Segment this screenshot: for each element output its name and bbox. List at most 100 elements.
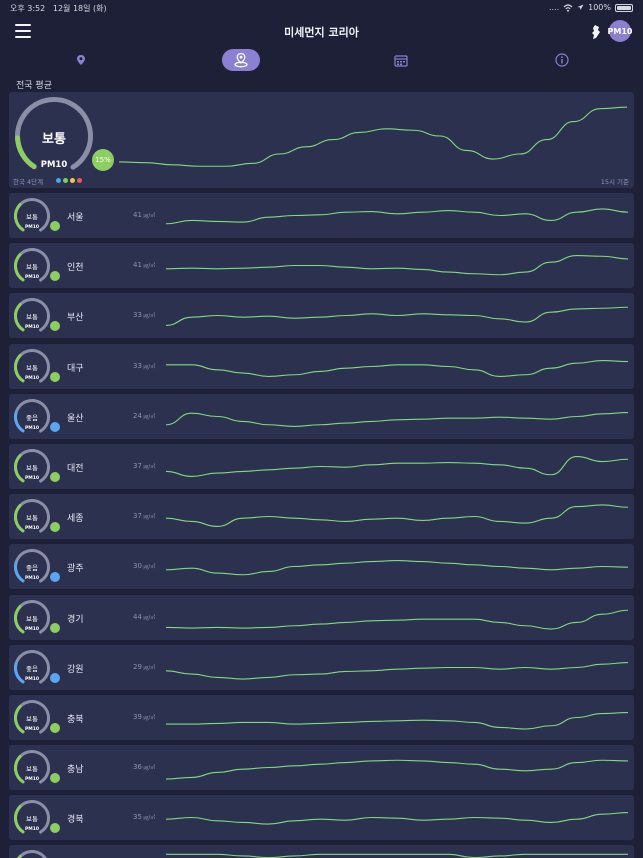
city-value: 29 ㎍/㎥ (133, 663, 155, 671)
city-level-badge (50, 321, 60, 332)
tab-region[interactable] (222, 49, 260, 71)
city-status: 보통 (26, 463, 38, 472)
city-value-unit: ㎍/㎥ (141, 815, 156, 822)
city-pollutant: PM10 (24, 475, 40, 481)
city-card[interactable]: 보통 충북 PM10 39 ㎍/㎥ (9, 694, 634, 740)
national-pollutant: PM10 (40, 160, 68, 170)
city-name: 대전 (67, 463, 84, 474)
city-pollutant: PM10 (24, 375, 40, 381)
city-value-number: 33 (133, 311, 142, 320)
scale-color-dot (63, 178, 68, 183)
city-level-badge (50, 471, 60, 482)
scale-label: 한국 4단계 (13, 178, 44, 186)
korea-map-icon[interactable] (588, 24, 602, 40)
city-status: 보통 (26, 213, 38, 221)
tab-info[interactable] (543, 49, 581, 71)
tab-calendar[interactable] (382, 49, 420, 71)
scale-color-dot (70, 178, 75, 183)
wifi-icon (563, 3, 573, 12)
national-average-card[interactable]: 보통 PM10 15% 한국 4단계 15시 기준 (9, 92, 634, 188)
trend-line (165, 560, 629, 576)
city-name: 충북 (67, 714, 84, 725)
national-status: 보통 (42, 132, 66, 147)
city-status: 보통 (26, 514, 38, 523)
tab-bar (0, 46, 643, 74)
status-bar: 오후 3:52 12월 18일 (화) .... 100% (0, 0, 643, 16)
city-value-number: 24 (133, 411, 142, 420)
city-trend-chart (165, 255, 629, 276)
city-status: 좋음 (26, 413, 38, 422)
city-value-number: 36 (133, 763, 142, 772)
city-value: 44 ㎍/㎥ (133, 613, 155, 621)
city-pollutant: PM10 (24, 425, 40, 431)
city-level-badge (50, 421, 60, 432)
city-card[interactable]: 보통 인천 PM10 41 ㎍/㎥ (9, 243, 634, 289)
city-level-badge (50, 371, 60, 382)
city-trend-chart (165, 455, 629, 477)
city-value-unit: ㎍/㎥ (141, 263, 156, 270)
city-value: 39 ㎍/㎥ (133, 713, 155, 721)
city-gauge (13, 850, 50, 858)
city-value: 33 ㎍/㎥ (133, 362, 155, 370)
city-name: 서울 (67, 213, 84, 223)
trend-line (165, 609, 629, 630)
city-status: 보통 (26, 313, 38, 322)
pm-type-button[interactable]: PM10 (608, 20, 632, 42)
city-card[interactable]: 보통 세종 PM10 37 ㎍/㎥ (9, 494, 634, 540)
city-trend-chart (165, 307, 629, 327)
city-value: 37 ㎍/㎥ (133, 462, 155, 470)
city-status: 보통 (26, 263, 38, 272)
city-card[interactable]: 보통 경북 PM10 35 ㎍/㎥ (9, 795, 634, 841)
status-left: 오후 3:52 12월 18일 (화) (10, 3, 107, 14)
city-name: 강원 (67, 664, 84, 675)
city-card[interactable]: 보통 충남 PM10 36 ㎍/㎥ (9, 745, 634, 791)
city-name: 경북 (67, 815, 84, 826)
app-title: 미세먼지 코리아 (284, 26, 359, 39)
city-value-unit: ㎍/㎥ (141, 413, 156, 420)
city-name: 세종 (67, 514, 84, 525)
calendar-icon (394, 54, 408, 67)
tab-location[interactable] (62, 49, 100, 71)
city-status: 좋음 (26, 564, 38, 573)
city-value-unit: ㎍/㎥ (141, 664, 156, 671)
city-pollutant: PM10 (24, 526, 40, 532)
city-card[interactable]: 보통 대구 PM10 33 ㎍/㎥ (9, 343, 634, 389)
city-value: 36 ㎍/㎥ (133, 763, 155, 771)
location-arrow-icon (577, 4, 584, 10)
city-value: 33 ㎍/㎥ (133, 311, 155, 319)
city-value-number: 37 (133, 461, 142, 470)
city-card[interactable]: 좋음 울산 PM10 24 ㎍/㎥ (9, 393, 634, 439)
city-trend-chart (165, 711, 629, 730)
city-card[interactable]: 좋음 광주 PM10 30 ㎍/㎥ (9, 544, 634, 590)
city-value-number: 33 (133, 361, 142, 370)
city-value-unit: ㎍/㎥ (141, 313, 156, 320)
status-date: 12월 18일 (화) (52, 4, 107, 13)
city-status: 보통 (26, 765, 38, 774)
city-value: 30 ㎍/㎥ (133, 562, 155, 570)
city-card[interactable]: 좋음 강원 PM10 29 ㎍/㎥ (9, 644, 634, 690)
city-value-number: 39 (133, 712, 142, 721)
city-card[interactable]: 보통 서울 PM10 41 ㎍/㎥ (9, 193, 634, 238)
trend-line (118, 106, 628, 167)
reference-time: 15시 기준 (600, 178, 629, 186)
battery-icon (615, 3, 633, 12)
city-name: 울산 (67, 413, 84, 424)
trend-line (165, 307, 629, 327)
city-value-number: 41 (133, 261, 142, 270)
city-pollutant: PM10 (24, 777, 40, 783)
navigation-bar: 미세먼지 코리아 PM10 (0, 16, 643, 46)
city-list: 보통 서울 PM10 41 ㎍/㎥ 보통 인천 PM10 41 ㎍/㎥ 보통 부산 PM10 33 ㎍… (9, 193, 634, 858)
city-card[interactable]: 보통 대전 PM10 37 ㎍/㎥ (9, 443, 634, 489)
city-pollutant: PM10 (24, 626, 40, 632)
city-value-number: 37 (133, 512, 142, 521)
city-value-number: 41 (133, 211, 142, 219)
city-card[interactable]: 보통 부산 PM10 33 ㎍/㎥ (9, 293, 634, 339)
city-value-unit: ㎍/㎥ (141, 463, 156, 470)
city-pollutant: PM10 (24, 576, 40, 582)
location-pin-icon (77, 55, 85, 65)
city-value-number: 30 (133, 562, 142, 571)
city-card[interactable] (9, 845, 634, 858)
city-card[interactable]: 보통 경기 PM10 44 ㎍/㎥ (9, 594, 634, 640)
city-level-badge (50, 823, 60, 834)
scale-color-dot (77, 178, 82, 183)
